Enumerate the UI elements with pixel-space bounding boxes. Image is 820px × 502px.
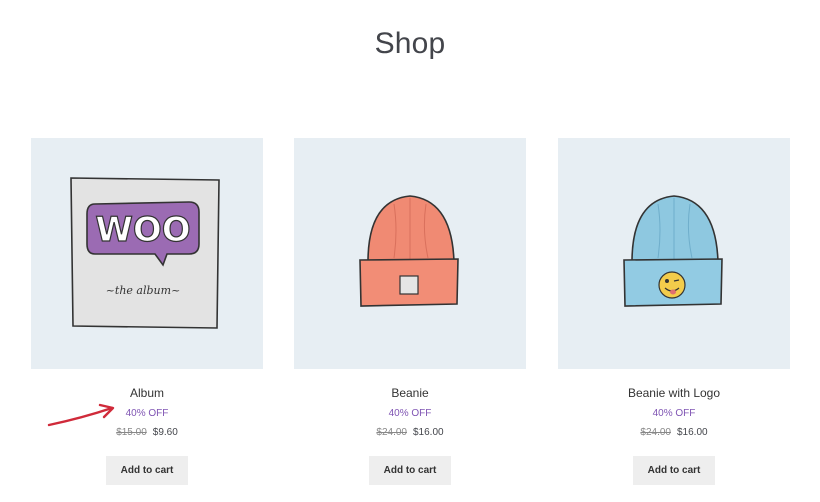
album-logo-text: WOO xyxy=(95,210,190,250)
add-to-cart-button[interactable]: Add to cart xyxy=(632,456,716,485)
sale-price: $9.60 xyxy=(152,427,178,438)
sale-price: $16.00 xyxy=(413,427,444,438)
product-image[interactable]: WOO ~the album~ xyxy=(31,138,263,369)
product-name[interactable]: Album xyxy=(31,386,263,400)
arrow-right-icon xyxy=(47,403,115,427)
product-card-beanie-with-logo: Beanie with Logo 40% OFF $24.00 $16.00 Ad… xyxy=(558,138,790,485)
album-subtitle: ~the album~ xyxy=(106,284,181,297)
old-price: $24.00 xyxy=(640,427,671,438)
product-image[interactable] xyxy=(558,138,790,369)
product-image[interactable] xyxy=(294,138,526,369)
product-card-beanie: Beanie 40% OFF $24.00 $16.00 Add to cart xyxy=(294,138,526,485)
discount-badge: 40% OFF xyxy=(388,408,432,419)
beanie-with-logo-illustration xyxy=(623,195,723,307)
discount-badge: 40% OFF xyxy=(652,408,696,419)
old-price: $15.00 xyxy=(116,427,147,438)
price-row: $24.00 $16.00 xyxy=(558,427,790,439)
product-name[interactable]: Beanie with Logo xyxy=(558,386,790,400)
product-name[interactable]: Beanie xyxy=(294,386,526,400)
beanie-illustration xyxy=(359,195,459,307)
album-cover-illustration: WOO ~the album~ xyxy=(70,177,220,329)
old-price: $24.00 xyxy=(376,427,407,438)
sale-price: $16.00 xyxy=(677,427,708,438)
product-card-album: WOO ~the album~ Album 40% OFF $15.00 $9.6… xyxy=(31,138,263,485)
add-to-cart-button[interactable]: Add to cart xyxy=(368,456,452,485)
price-row: $24.00 $16.00 xyxy=(294,427,526,439)
shop-page: Shop WOO ~the album~ Album 40% OFF $15.0… xyxy=(0,0,820,502)
add-to-cart-button[interactable]: Add to cart xyxy=(105,456,189,485)
page-title: Shop xyxy=(374,27,446,60)
